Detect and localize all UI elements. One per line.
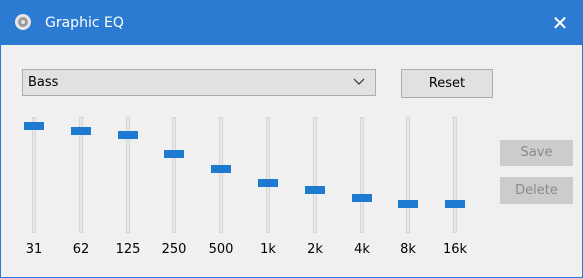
eq-slider-thumb[interactable] — [445, 200, 465, 208]
eq-slider-track[interactable] — [219, 117, 223, 233]
eq-band-label: 500 — [208, 242, 234, 257]
eq-slider-thumb[interactable] — [164, 150, 184, 158]
save-button[interactable]: Save — [500, 140, 573, 166]
eq-band-2k: 2k — [295, 117, 335, 267]
eq-band-sliders: 31 62 125 250 500 1k 2k 4k 8k 16k — [1, 45, 501, 277]
eq-content: Bass Reset Save Delete 31 62 125 250 500 1k 2k… — [1, 45, 582, 277]
eq-band-label: 4k — [354, 242, 370, 257]
eq-slider-thumb[interactable] — [211, 165, 231, 173]
eq-band-label: 8k — [400, 242, 416, 257]
eq-band-31: 31 — [14, 117, 54, 267]
eq-band-label: 16k — [442, 242, 468, 257]
eq-band-8k: 8k — [388, 117, 428, 267]
speaker-icon — [15, 14, 31, 30]
eq-slider-track[interactable] — [453, 117, 457, 233]
graphic-eq-window: Graphic EQ ✕ Bass Reset Save Delete 31 62… — [0, 0, 583, 278]
eq-band-label: 250 — [161, 242, 187, 257]
eq-slider-track[interactable] — [266, 117, 270, 233]
eq-slider-thumb[interactable] — [398, 200, 418, 208]
eq-slider-thumb[interactable] — [352, 194, 372, 202]
eq-band-4k: 4k — [342, 117, 382, 267]
eq-band-62: 62 — [61, 117, 101, 267]
eq-band-125: 125 — [108, 117, 148, 267]
eq-slider-thumb[interactable] — [305, 186, 325, 194]
title-bar[interactable]: Graphic EQ ✕ — [1, 1, 582, 45]
eq-band-label: 2k — [307, 242, 323, 257]
eq-slider-thumb[interactable] — [258, 179, 278, 187]
eq-slider-track[interactable] — [360, 117, 364, 233]
eq-band-label: 125 — [115, 242, 141, 257]
eq-slider-thumb[interactable] — [118, 131, 138, 139]
eq-band-250: 250 — [154, 117, 194, 267]
eq-band-label: 1k — [260, 242, 276, 257]
eq-slider-track[interactable] — [32, 117, 36, 233]
window-title: Graphic EQ — [45, 15, 124, 31]
eq-slider-track[interactable] — [172, 117, 176, 233]
eq-band-16k: 16k — [435, 117, 475, 267]
eq-band-label: 31 — [25, 242, 43, 257]
eq-band-1k: 1k — [248, 117, 288, 267]
eq-band-500: 500 — [201, 117, 241, 267]
close-button[interactable]: ✕ — [538, 1, 582, 45]
delete-button[interactable]: Delete — [500, 177, 573, 204]
eq-slider-thumb[interactable] — [71, 127, 91, 135]
eq-slider-thumb[interactable] — [24, 122, 44, 130]
eq-slider-track[interactable] — [406, 117, 410, 233]
eq-band-label: 62 — [72, 242, 90, 257]
eq-slider-track[interactable] — [313, 117, 317, 233]
